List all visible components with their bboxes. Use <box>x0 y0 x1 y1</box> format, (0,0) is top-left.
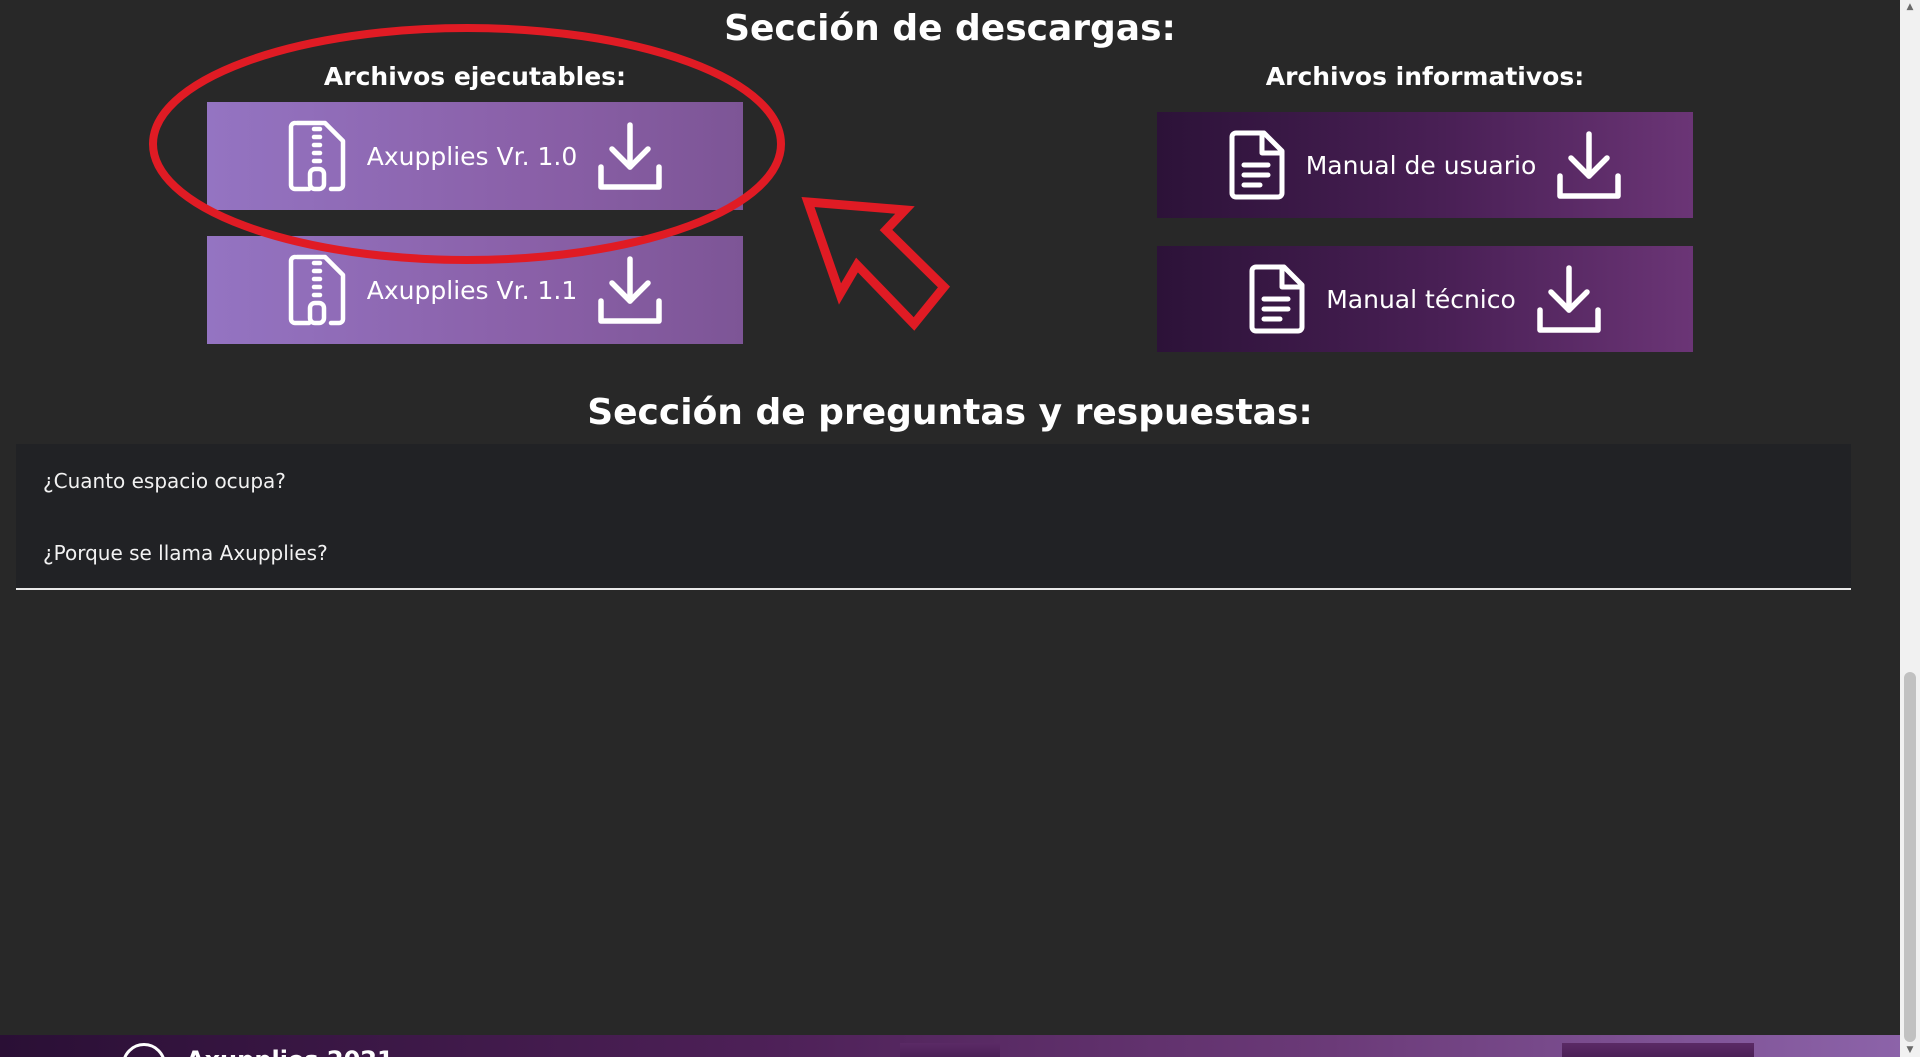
page: Sección de descargas: Archivos ejecutabl… <box>0 0 1920 1057</box>
download-label: Axupplies Vr. 1.0 <box>366 141 578 171</box>
qa-section-title: Sección de preguntas y respuestas: <box>587 392 1313 433</box>
scroll-down-arrow-icon[interactable]: ▼ <box>1900 1043 1920 1057</box>
zip-file-icon <box>287 119 347 193</box>
document-icon <box>1228 129 1286 201</box>
scrollbar-thumb[interactable] <box>1904 672 1916 1042</box>
scroll-up-arrow-icon[interactable]: ▲ <box>1900 0 1920 14</box>
download-icon <box>597 255 663 325</box>
zip-file-icon <box>287 253 347 327</box>
download-icon <box>597 121 663 191</box>
footer-logo-icon <box>122 1043 166 1057</box>
document-icon <box>1248 263 1306 335</box>
executables-column-title: Archivos ejecutables: <box>323 62 627 91</box>
download-label: Manual técnico <box>1326 284 1516 314</box>
annotation-arrow <box>801 196 951 331</box>
download-icon <box>1536 264 1602 334</box>
download-icon <box>1556 130 1622 200</box>
download-axupplies-1-0-button[interactable]: Axupplies Vr. 1.0 <box>207 102 743 210</box>
faq-question[interactable]: ¿Cuanto espacio ocupa? <box>43 469 286 493</box>
main-content: Sección de descargas: Archivos ejecutabl… <box>0 0 1900 1057</box>
footer-link[interactable] <box>900 1043 1000 1057</box>
faq-accordion: ¿Cuanto espacio ocupa? ¿Porque se llama … <box>16 444 1851 590</box>
download-label: Manual de usuario <box>1305 150 1537 180</box>
scrollbar[interactable]: ▲ ▼ <box>1900 0 1920 1057</box>
footer-link[interactable] <box>1562 1043 1754 1057</box>
footer: Axupplies 2021 <box>0 1035 1900 1057</box>
download-technical-manual-button[interactable]: Manual técnico <box>1157 246 1693 352</box>
faq-question[interactable]: ¿Porque se llama Axupplies? <box>43 541 328 565</box>
footer-text: Axupplies 2021 <box>186 1046 394 1057</box>
downloads-section-title: Sección de descargas: <box>724 8 1176 49</box>
download-axupplies-1-1-button[interactable]: Axupplies Vr. 1.1 <box>207 236 743 344</box>
download-label: Axupplies Vr. 1.1 <box>366 275 578 305</box>
info-column-title: Archivos informativos: <box>1265 62 1585 91</box>
download-user-manual-button[interactable]: Manual de usuario <box>1157 112 1693 218</box>
